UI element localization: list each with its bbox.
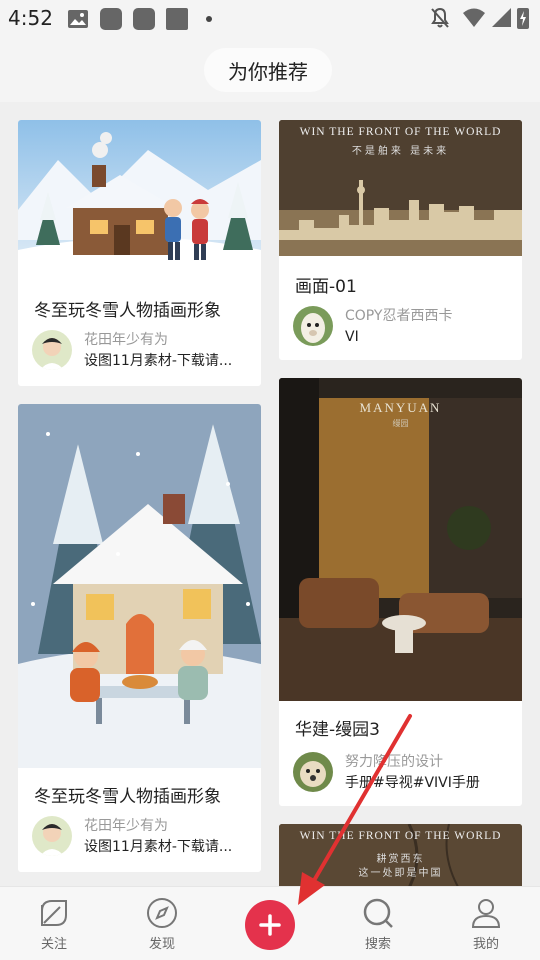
poster-headline: WIN THE FRONT OF THE WORLD [299,126,502,138]
notification-square-icon [133,8,155,30]
nav-label: 我的 [472,937,499,952]
snow-house-illustration [18,404,261,768]
add-button[interactable] [245,900,295,950]
card-author[interactable]: 花田年少有为 设图11月素材-下载请... [32,816,244,858]
city-skyline-poster: WIN THE FRONT OF THE WORLD 不是舶来 是未来 [279,120,522,256]
nav-label: 搜索 [364,937,391,952]
card-author[interactable]: COPY忍者西西卡 VI [293,306,505,348]
wifi-icon [463,8,485,27]
card-author[interactable]: 努力降压的设计 手册#导视#VIVI手册 [293,752,505,794]
winter-cabin-illustration [18,120,261,282]
notification-square-icon [166,8,188,30]
feed-card[interactable]: 冬至玩冬雪人物插画形象 花田年少有为 设图11月素材-下载请... [18,404,261,872]
feed-card[interactable]: WIN THE FRONT OF THE WORLD 不是舶来 是未来 画面-0… [279,120,522,360]
recommend-tab[interactable]: 为你推荐 [204,48,332,92]
feed-card[interactable]: MANYUAN 缦园 华建-缦园3 努力降压的设计 手册#导视#VIVI手册 [279,378,522,806]
feed-card[interactable]: WIN THE FRONT OF THE WORLD 耕赏西东 这一处即是中国 [279,824,522,886]
author-name: 花田年少有为 [84,818,168,834]
author-name: 努力降压的设计 [345,754,443,770]
feed[interactable]: 冬至玩冬雪人物插画形象 花田年少有为 设图11月素材-下载请... WIN TH… [0,102,540,886]
poster-subline-2: 这一处即是中国 [358,868,443,879]
brand-logo-subtext: 缦园 [392,419,409,428]
more-notifications-dot-icon [206,16,212,22]
poster-subline: 不是舶来 是未来 [351,146,450,157]
image-notification-icon [68,10,88,28]
author-name: 花田年少有为 [84,332,168,348]
poster-subline: 耕赏西东 [376,854,425,865]
profile-icon [471,899,501,928]
nav-label: 关注 [40,937,67,952]
mute-icon [431,7,449,28]
feed-card[interactable]: 冬至玩冬雪人物插画形象 花田年少有为 设图11月素材-下载请... [18,120,261,386]
compass-icon [147,898,177,928]
poster-headline: WIN THE FRONT OF THE WORLD [299,830,502,842]
status-bar: 4:52 [0,0,540,38]
interior-photo: MANYUAN 缦园 [279,378,522,701]
poster-image: WIN THE FRONT OF THE WORLD 耕赏西东 这一处即是中国 [279,824,522,886]
notification-square-icon [100,8,122,30]
avatar [293,752,333,792]
nav-label: 发现 [148,937,175,952]
avatar [32,330,72,370]
card-description: 设图11月素材-下载请... [84,839,233,855]
card-description: 设图11月素材-下载请... [84,353,233,369]
signal-icon [492,8,511,27]
author-name: COPY忍者西西卡 [345,308,453,324]
card-description: 手册#导视#VIVI手册 [345,775,480,791]
card-author[interactable]: 花田年少有为 设图11月素材-下载请... [32,330,244,372]
nav-profile[interactable]: 我的 [446,897,526,952]
card-description: VI [345,329,359,345]
plus-icon [259,914,281,936]
avatar [293,306,333,346]
card-title: 冬至玩冬雪人物插画形象 [34,787,221,807]
avatar [32,816,72,856]
card-title: 画面-01 [295,277,357,297]
card-title: 冬至玩冬雪人物插画形象 [34,301,221,321]
nav-discover[interactable]: 发现 [122,897,202,952]
search-icon [363,898,393,928]
header: 为你推荐 [0,38,540,102]
battery-charging-icon [517,8,529,29]
leaf-icon [41,900,67,926]
nav-search[interactable]: 搜索 [338,897,418,952]
brand-logo-text: MANYUAN [359,400,442,415]
status-time: 4:52 [8,6,53,30]
nav-follow[interactable]: 关注 [14,897,94,952]
card-title: 华建-缦园3 [295,720,380,740]
